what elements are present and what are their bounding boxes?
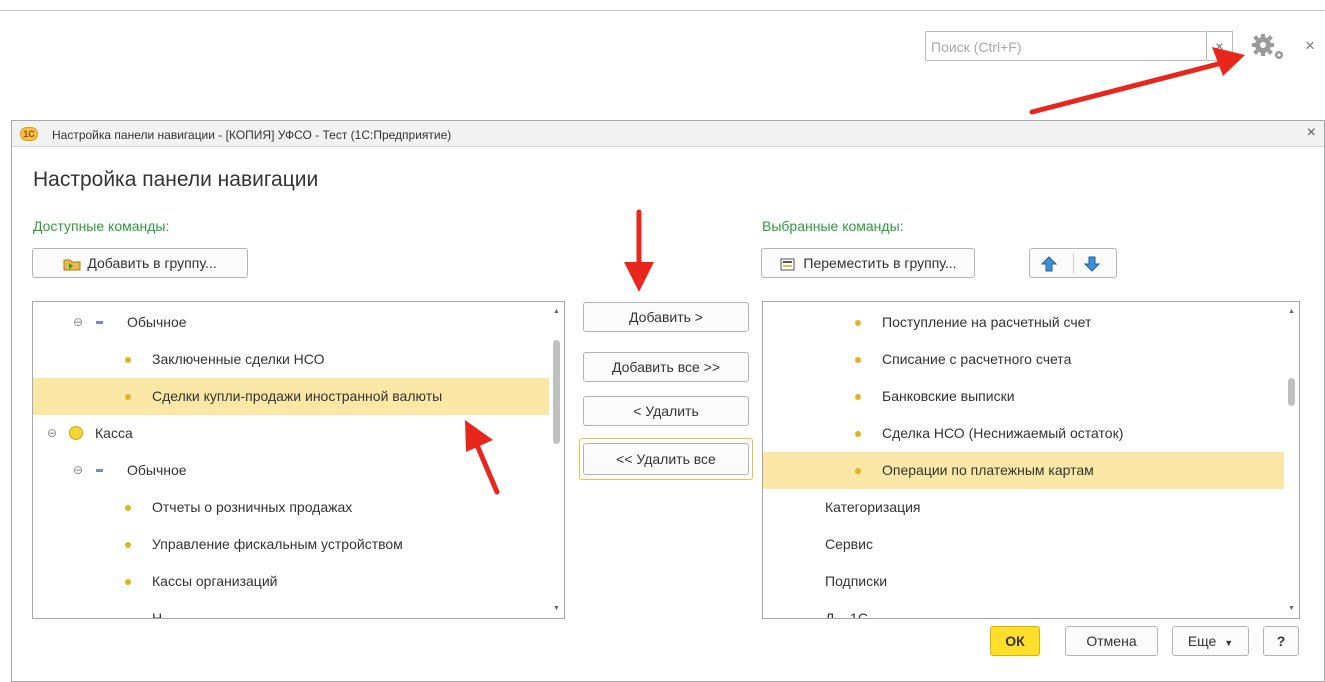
- scrollbar[interactable]: ▲ ▼: [1284, 302, 1299, 618]
- scroll-down-icon[interactable]: ▼: [1288, 605, 1295, 612]
- scroll-up-icon[interactable]: ▲: [1288, 308, 1295, 315]
- window-titlebar: 1С Настройка панели навигации - [КОПИЯ] …: [12, 121, 1324, 147]
- remove-button[interactable]: < Удалить: [583, 396, 749, 426]
- list-item-label: Операции по платежным картам: [882, 462, 1094, 478]
- move-divider: [1073, 253, 1074, 273]
- bullet-icon: [855, 468, 861, 474]
- remove-all-focus-frame: << Удалить все: [579, 438, 753, 480]
- group-dash-icon: [96, 321, 103, 324]
- list-item[interactable]: Сервис: [763, 526, 1286, 563]
- add-to-group-label: Добавить в группу...: [87, 255, 217, 271]
- add-button[interactable]: Добавить >: [583, 302, 749, 332]
- list-item[interactable]: ⊖ Обычное: [33, 452, 551, 489]
- list-item-selected[interactable]: Сделки купли-продажи иностранной валюты: [33, 378, 551, 415]
- more-label: Еще: [1187, 633, 1217, 649]
- list-item-label: Отчеты о розничных продажах: [152, 499, 353, 515]
- 1c-logo-icon: 1С: [20, 127, 38, 141]
- window-title: Настройка панели навигации - [КОПИЯ] УФС…: [52, 128, 452, 142]
- move-to-group-label: Переместить в группу...: [803, 255, 957, 271]
- add-all-button[interactable]: Добавить все >>: [583, 352, 749, 382]
- list-item[interactable]: Банковские выписки: [763, 378, 1286, 415]
- group-dash-icon: [96, 469, 103, 472]
- list-item-label: Обычное: [127, 314, 187, 330]
- collapse-icon[interactable]: ⊖: [73, 452, 83, 489]
- move-folder-icon: [780, 258, 795, 271]
- list-item[interactable]: ⊖ Обычное: [33, 304, 551, 341]
- list-item-label: Сделка НСО (Неснижаемый остаток): [882, 425, 1124, 441]
- list-item[interactable]: Поступление на расчетный счет: [763, 304, 1286, 341]
- bullet-icon: [125, 579, 131, 585]
- bullet-icon: [855, 320, 861, 326]
- dialog-heading: Настройка панели навигации: [33, 168, 319, 191]
- list-item-label: Категоризация: [825, 499, 921, 515]
- search-clear-button[interactable]: ×: [1207, 31, 1233, 61]
- move-to-group-button[interactable]: Переместить в группу...: [761, 248, 975, 278]
- list-item-label: Списание с расчетного счета: [882, 351, 1072, 367]
- add-to-group-button[interactable]: Добавить в группу...: [32, 248, 248, 278]
- list-item[interactable]: ⊖ Касса: [33, 415, 551, 452]
- window-close-button[interactable]: ×: [1307, 124, 1316, 142]
- list-item-label: Поступление на расчетный счет: [882, 314, 1092, 330]
- list-item[interactable]: Управление фискальным устройством: [33, 526, 551, 563]
- list-item-label: Обычное: [127, 462, 187, 478]
- dropdown-caret-icon: ▼: [1224, 638, 1234, 648]
- move-buttons-group: [1029, 248, 1117, 278]
- more-button[interactable]: Еще ▼: [1172, 626, 1249, 656]
- bullet-icon: [855, 357, 861, 363]
- list-item[interactable]: Н...: [33, 600, 551, 619]
- list-item-label: Сделки купли-продажи иностранной валюты: [152, 388, 443, 404]
- gear-icon[interactable]: [1249, 33, 1289, 63]
- list-item-label: Кассы организаций: [152, 573, 278, 589]
- collapse-icon[interactable]: ⊖: [73, 304, 83, 341]
- list-item-selected[interactable]: Операции по платежным картам: [763, 452, 1286, 489]
- bullet-icon: [125, 505, 131, 511]
- scroll-thumb[interactable]: [1288, 378, 1295, 406]
- remove-all-button[interactable]: << Удалить все: [583, 443, 749, 475]
- search-placeholder: Поиск (Ctrl+F): [931, 39, 1022, 55]
- list-item[interactable]: Списание с расчетного счета: [763, 341, 1286, 378]
- list-item-label: Подписки: [825, 573, 888, 589]
- list-item-label: Заключенные сделки НСО: [152, 351, 325, 367]
- arrow-up-icon[interactable]: [1040, 255, 1058, 273]
- folder-add-icon: [63, 259, 81, 271]
- list-item-label: Сервис: [825, 536, 873, 552]
- scroll-thumb[interactable]: [553, 340, 560, 444]
- search-input[interactable]: Поиск (Ctrl+F): [925, 31, 1207, 61]
- bullet-icon: [855, 431, 861, 437]
- bullet-icon: [125, 394, 131, 400]
- list-item-label: Управление фискальным устройством: [152, 536, 403, 552]
- list-item[interactable]: Сделка НСО (Неснижаемый остаток): [763, 415, 1286, 452]
- top-divider: [0, 10, 1325, 11]
- list-item-label: Касса: [95, 425, 133, 441]
- ok-button[interactable]: ОК: [990, 626, 1040, 656]
- bullet-icon: [855, 394, 861, 400]
- navigation-settings-window: 1С Настройка панели навигации - [КОПИЯ] …: [11, 120, 1325, 682]
- top-close-button[interactable]: ×: [1305, 36, 1315, 56]
- scroll-up-icon[interactable]: ▲: [553, 308, 560, 315]
- selected-commands-label: Выбранные команды:: [762, 218, 904, 234]
- list-item-label: Банковские выписки: [882, 388, 1015, 404]
- section-icon: [69, 426, 83, 440]
- cancel-button[interactable]: Отмена: [1065, 626, 1158, 656]
- list-item-label: Н...: [152, 610, 174, 619]
- bullet-icon: [125, 542, 131, 548]
- available-commands-label: Доступные команды:: [33, 218, 170, 234]
- bullet-icon: [125, 357, 131, 363]
- list-item[interactable]: Подписки: [763, 563, 1286, 600]
- list-item[interactable]: Заключенные сделки НСО: [33, 341, 551, 378]
- scrollbar[interactable]: ▲ ▼: [549, 302, 564, 618]
- available-commands-list[interactable]: ⊖ Обычное Заключенные сделки НСО Сделки …: [32, 301, 565, 619]
- list-item[interactable]: Категоризация: [763, 489, 1286, 526]
- collapse-icon[interactable]: ⊖: [47, 415, 57, 452]
- scroll-down-icon[interactable]: ▼: [553, 605, 560, 612]
- list-item[interactable]: Кассы организаций: [33, 563, 551, 600]
- list-item[interactable]: Отчеты о розничных продажах: [33, 489, 551, 526]
- help-button[interactable]: ?: [1263, 626, 1299, 656]
- arrow-down-icon[interactable]: [1083, 255, 1101, 273]
- selected-commands-list[interactable]: Поступление на расчетный счет Списание с…: [762, 301, 1300, 619]
- list-item-label: Д... 1С: [825, 610, 868, 619]
- list-item[interactable]: Д... 1С: [763, 600, 1286, 619]
